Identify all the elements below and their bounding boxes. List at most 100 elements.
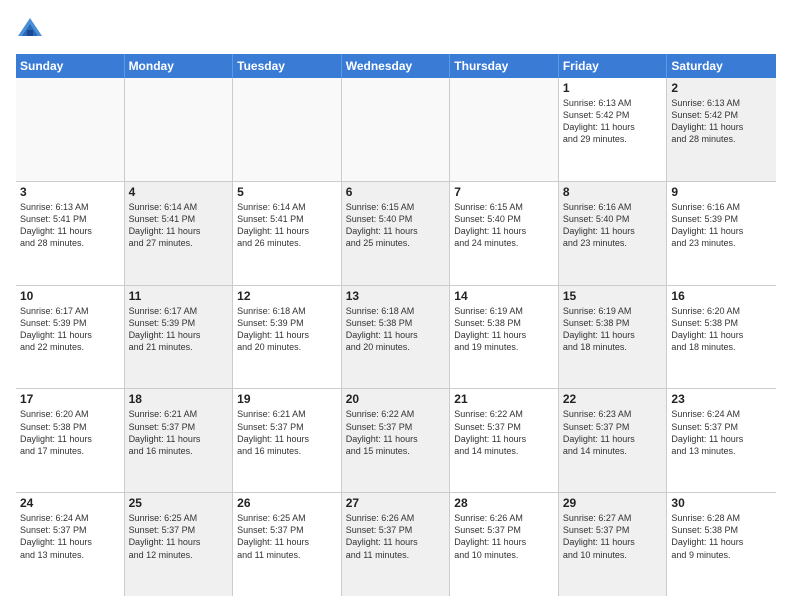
day-number: 2	[671, 81, 772, 95]
day-info: Sunrise: 6:15 AM Sunset: 5:40 PM Dayligh…	[346, 201, 446, 250]
day-number: 23	[671, 392, 772, 406]
day-info: Sunrise: 6:16 AM Sunset: 5:40 PM Dayligh…	[563, 201, 663, 250]
calendar-day-15: 15Sunrise: 6:19 AM Sunset: 5:38 PM Dayli…	[559, 286, 668, 389]
day-number: 8	[563, 185, 663, 199]
calendar-empty-cell	[450, 78, 559, 181]
day-number: 26	[237, 496, 337, 510]
day-info: Sunrise: 6:13 AM Sunset: 5:41 PM Dayligh…	[20, 201, 120, 250]
calendar-day-23: 23 Sunrise: 6:24 AM Sunset: 5:37 PM Dayli…	[667, 389, 776, 492]
day-number: 20	[346, 392, 446, 406]
day-info: Sunrise: 6:15 AM Sunset: 5:40 PM Dayligh…	[454, 201, 554, 250]
day-number: 1	[563, 81, 663, 95]
day-number: 15	[563, 289, 663, 303]
calendar-header: SundayMondayTuesdayWednesdayThursdayFrid…	[16, 54, 776, 78]
day-info: Sunrise: 6:14 AM Sunset: 5:41 PM Dayligh…	[129, 201, 229, 250]
header-day-monday: Monday	[125, 54, 234, 78]
calendar-day-21: 21 Sunrise: 6:22 AM Sunset: 5:37 PM Dayli…	[450, 389, 559, 492]
calendar-day-1: 1 Sunrise: 6:13 AM Sunset: 5:42 PM Daylig…	[559, 78, 668, 181]
header-day-saturday: Saturday	[667, 54, 776, 78]
day-info: Sunrise: 6:26 AM Sunset: 5:37 PM Dayligh…	[346, 512, 446, 561]
calendar: SundayMondayTuesdayWednesdayThursdayFrid…	[16, 54, 776, 596]
calendar-day-6: 6 Sunrise: 6:15 AM Sunset: 5:40 PM Daylig…	[342, 182, 451, 285]
calendar-day-19: 19Sunrise: 6:21 AM Sunset: 5:37 PM Dayli…	[233, 389, 342, 492]
day-number: 4	[129, 185, 229, 199]
calendar-empty-cell	[233, 78, 342, 181]
calendar-body: 1 Sunrise: 6:13 AM Sunset: 5:42 PM Daylig…	[16, 78, 776, 596]
day-info: Sunrise: 6:20 AM Sunset: 5:38 PM Dayligh…	[20, 408, 120, 457]
calendar-day-2: 2 Sunrise: 6:13 AM Sunset: 5:42 PM Daylig…	[667, 78, 776, 181]
calendar-day-13: 13 Sunrise: 6:18 AM Sunset: 5:38 PM Dayli…	[342, 286, 451, 389]
day-info: Sunrise: 6:20 AM Sunset: 5:38 PM Dayligh…	[671, 305, 772, 354]
calendar-day-11: 11Sunrise: 6:17 AM Sunset: 5:39 PM Dayli…	[125, 286, 234, 389]
calendar-empty-cell	[342, 78, 451, 181]
header-day-tuesday: Tuesday	[233, 54, 342, 78]
header	[16, 16, 776, 44]
day-info: Sunrise: 6:18 AM Sunset: 5:38 PM Dayligh…	[346, 305, 446, 354]
page: SundayMondayTuesdayWednesdayThursdayFrid…	[0, 0, 792, 612]
header-day-friday: Friday	[559, 54, 668, 78]
day-number: 22	[563, 392, 663, 406]
calendar-day-22: 22 Sunrise: 6:23 AM Sunset: 5:37 PM Dayli…	[559, 389, 668, 492]
day-number: 11	[129, 289, 229, 303]
day-number: 9	[671, 185, 772, 199]
day-info: Sunrise: 6:23 AM Sunset: 5:37 PM Dayligh…	[563, 408, 663, 457]
calendar-day-5: 5Sunrise: 6:14 AM Sunset: 5:41 PM Daylig…	[233, 182, 342, 285]
day-number: 3	[20, 185, 120, 199]
day-number: 17	[20, 392, 120, 406]
calendar-week-4: 17 Sunrise: 6:20 AM Sunset: 5:38 PM Dayli…	[16, 389, 776, 493]
day-info: Sunrise: 6:18 AM Sunset: 5:39 PM Dayligh…	[237, 305, 337, 354]
header-day-sunday: Sunday	[16, 54, 125, 78]
day-number: 18	[129, 392, 229, 406]
day-number: 25	[129, 496, 229, 510]
calendar-day-16: 16 Sunrise: 6:20 AM Sunset: 5:38 PM Dayli…	[667, 286, 776, 389]
day-number: 13	[346, 289, 446, 303]
day-info: Sunrise: 6:19 AM Sunset: 5:38 PM Dayligh…	[454, 305, 554, 354]
day-info: Sunrise: 6:26 AM Sunset: 5:37 PM Dayligh…	[454, 512, 554, 561]
day-number: 10	[20, 289, 120, 303]
day-info: Sunrise: 6:13 AM Sunset: 5:42 PM Dayligh…	[671, 97, 772, 146]
calendar-day-24: 24 Sunrise: 6:24 AM Sunset: 5:37 PM Dayli…	[16, 493, 125, 596]
calendar-empty-cell	[16, 78, 125, 181]
header-day-thursday: Thursday	[450, 54, 559, 78]
header-day-wednesday: Wednesday	[342, 54, 451, 78]
calendar-week-5: 24 Sunrise: 6:24 AM Sunset: 5:37 PM Dayli…	[16, 493, 776, 596]
day-number: 21	[454, 392, 554, 406]
day-info: Sunrise: 6:25 AM Sunset: 5:37 PM Dayligh…	[129, 512, 229, 561]
calendar-day-4: 4 Sunrise: 6:14 AM Sunset: 5:41 PM Daylig…	[125, 182, 234, 285]
day-number: 29	[563, 496, 663, 510]
day-info: Sunrise: 6:22 AM Sunset: 5:37 PM Dayligh…	[346, 408, 446, 457]
day-number: 14	[454, 289, 554, 303]
day-number: 30	[671, 496, 772, 510]
day-info: Sunrise: 6:24 AM Sunset: 5:37 PM Dayligh…	[20, 512, 120, 561]
day-number: 28	[454, 496, 554, 510]
calendar-day-14: 14 Sunrise: 6:19 AM Sunset: 5:38 PM Dayli…	[450, 286, 559, 389]
day-info: Sunrise: 6:22 AM Sunset: 5:37 PM Dayligh…	[454, 408, 554, 457]
calendar-day-25: 25 Sunrise: 6:25 AM Sunset: 5:37 PM Dayli…	[125, 493, 234, 596]
calendar-week-3: 10 Sunrise: 6:17 AM Sunset: 5:39 PM Dayli…	[16, 286, 776, 390]
calendar-day-28: 28 Sunrise: 6:26 AM Sunset: 5:37 PM Dayli…	[450, 493, 559, 596]
calendar-day-27: 27 Sunrise: 6:26 AM Sunset: 5:37 PM Dayli…	[342, 493, 451, 596]
calendar-day-3: 3 Sunrise: 6:13 AM Sunset: 5:41 PM Daylig…	[16, 182, 125, 285]
calendar-day-20: 20 Sunrise: 6:22 AM Sunset: 5:37 PM Dayli…	[342, 389, 451, 492]
day-info: Sunrise: 6:13 AM Sunset: 5:42 PM Dayligh…	[563, 97, 663, 146]
calendar-day-18: 18 Sunrise: 6:21 AM Sunset: 5:37 PM Dayli…	[125, 389, 234, 492]
day-info: Sunrise: 6:28 AM Sunset: 5:38 PM Dayligh…	[671, 512, 772, 561]
day-number: 7	[454, 185, 554, 199]
day-number: 12	[237, 289, 337, 303]
logo	[16, 16, 48, 44]
calendar-week-1: 1 Sunrise: 6:13 AM Sunset: 5:42 PM Daylig…	[16, 78, 776, 182]
day-info: Sunrise: 6:17 AM Sunset: 5:39 PM Dayligh…	[20, 305, 120, 354]
calendar-day-30: 30 Sunrise: 6:28 AM Sunset: 5:38 PM Dayli…	[667, 493, 776, 596]
calendar-empty-cell	[125, 78, 234, 181]
calendar-day-8: 8 Sunrise: 6:16 AM Sunset: 5:40 PM Daylig…	[559, 182, 668, 285]
day-number: 6	[346, 185, 446, 199]
day-info: Sunrise: 6:24 AM Sunset: 5:37 PM Dayligh…	[671, 408, 772, 457]
day-number: 27	[346, 496, 446, 510]
calendar-day-7: 7 Sunrise: 6:15 AM Sunset: 5:40 PM Daylig…	[450, 182, 559, 285]
calendar-day-12: 12 Sunrise: 6:18 AM Sunset: 5:39 PM Dayli…	[233, 286, 342, 389]
calendar-day-10: 10 Sunrise: 6:17 AM Sunset: 5:39 PM Dayli…	[16, 286, 125, 389]
calendar-week-2: 3 Sunrise: 6:13 AM Sunset: 5:41 PM Daylig…	[16, 182, 776, 286]
day-number: 24	[20, 496, 120, 510]
day-number: 16	[671, 289, 772, 303]
day-info: Sunrise: 6:21 AM Sunset: 5:37 PM Dayligh…	[129, 408, 229, 457]
